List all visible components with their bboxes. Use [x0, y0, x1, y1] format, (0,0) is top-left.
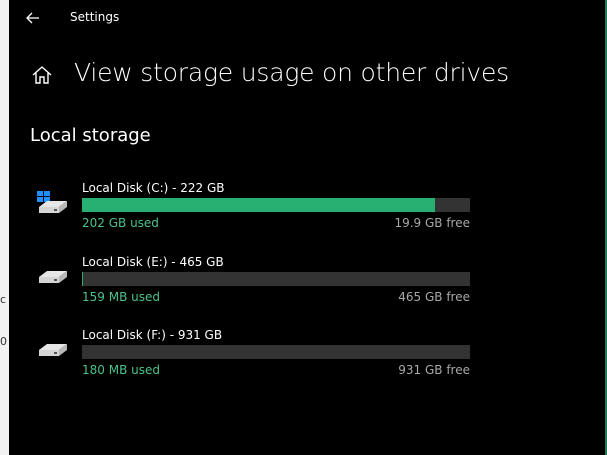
drive-name: Local Disk (E:) - 465 GB — [82, 255, 224, 269]
background-window-edge: c 0 — [0, 0, 9, 455]
free-space-label: 19.9 GB free — [394, 216, 470, 230]
home-button[interactable] — [31, 64, 53, 86]
drive-name: Local Disk (C:) - 222 GB — [82, 181, 225, 195]
storage-bar — [82, 272, 470, 286]
free-space-label: 465 GB free — [398, 290, 470, 304]
drive-item-f[interactable]: Local Disk (F:) - 931 GB 180 MB used 931… — [9, 328, 479, 388]
section-title: Local storage — [30, 125, 151, 146]
storage-bar — [82, 345, 470, 359]
home-icon — [32, 66, 52, 84]
back-button[interactable] — [23, 8, 43, 28]
settings-window: Settings View storage usage on other dri… — [9, 0, 607, 455]
used-space-label: 180 MB used — [82, 363, 160, 377]
windows-system-drive-icon — [35, 191, 69, 217]
background-text-fragment: 0 — [0, 335, 7, 348]
hard-drive-icon — [35, 267, 69, 293]
drive-item-c[interactable]: Local Disk (C:) - 222 GB 202 GB used 19.… — [9, 181, 479, 241]
free-space-label: 931 GB free — [398, 363, 470, 377]
background-text-fragment: c — [0, 293, 7, 306]
page-title: View storage usage on other drives — [74, 58, 509, 87]
back-arrow-icon — [26, 12, 39, 24]
storage-bar-fill — [82, 198, 436, 212]
drive-item-e[interactable]: Local Disk (E:) - 465 GB 159 MB used 465… — [9, 255, 479, 315]
title-bar: Settings — [9, 0, 605, 36]
drive-name: Local Disk (F:) - 931 GB — [82, 328, 223, 342]
used-space-label: 202 GB used — [82, 216, 159, 230]
app-title: Settings — [70, 10, 120, 24]
storage-bar — [82, 198, 470, 212]
hard-drive-icon — [35, 340, 69, 366]
used-space-label: 159 MB used — [82, 290, 160, 304]
